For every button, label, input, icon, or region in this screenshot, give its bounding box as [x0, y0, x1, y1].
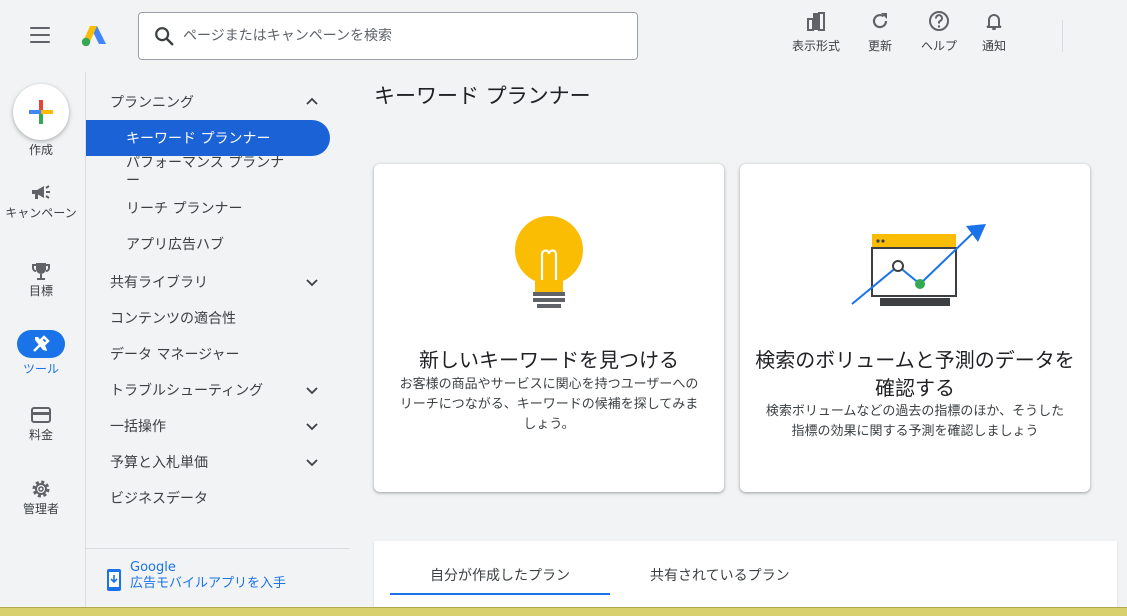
- forecast-card-title: 検索のボリュームと予測のデータを確認する: [755, 348, 1075, 400]
- tools-icon: [33, 335, 50, 352]
- create-button[interactable]: [13, 84, 69, 140]
- nav-performance-planner[interactable]: パフォーマンス プランナー: [126, 154, 296, 190]
- rail-create-label: 作成: [28, 143, 53, 157]
- nav-troubleshooting[interactable]: トラブルシューティング: [110, 380, 326, 400]
- refresh-button[interactable]: 更新: [868, 10, 892, 56]
- nav-planning[interactable]: プランニング: [110, 92, 326, 112]
- nav-troubleshooting-label: トラブルシューティング: [110, 383, 264, 399]
- menu-icon[interactable]: [30, 27, 50, 43]
- nav-business-data-label: ビジネスデータ: [110, 491, 208, 507]
- discover-card-title: 新しいキーワードを見つける: [419, 348, 679, 372]
- page-title: キーワード プランナー: [374, 84, 591, 108]
- nav-content-suitability-label: コンテンツの適合性: [110, 311, 236, 327]
- forecast-card[interactable]: 検索のボリュームと予測のデータを確認する 検索ボリュームなどの過去の指標のほか、…: [740, 164, 1090, 492]
- chart-illustration-wrap: [740, 222, 1090, 314]
- lightbulb-icon: [515, 216, 583, 308]
- nav-app-hub-label: アプリ広告ハブ: [126, 237, 224, 253]
- trend-chart-icon: [851, 224, 986, 306]
- chevron-up-icon: [306, 97, 318, 105]
- nav-content-suitability[interactable]: コンテンツの適合性: [110, 308, 326, 328]
- nav-reach-planner-label: リーチ プランナー: [126, 201, 243, 217]
- help-icon: [929, 11, 949, 31]
- nav-data-manager-label: データ マネージャー: [110, 347, 240, 363]
- trophy-icon: [32, 263, 50, 280]
- megaphone-icon: [32, 185, 50, 199]
- credit-card-icon: [31, 407, 51, 423]
- rail-item-tools[interactable]: ツール: [0, 330, 82, 376]
- nav-app-hub[interactable]: アプリ広告ハブ: [126, 236, 296, 254]
- toolbar-divider: [1062, 20, 1063, 52]
- rail-item-goals[interactable]: 目標: [0, 258, 82, 298]
- help-button[interactable]: ヘルプ: [921, 10, 957, 56]
- mobile-link-line1: Google: [130, 560, 176, 575]
- tab-my-plans[interactable]: 自分が作成したプラン: [430, 565, 570, 585]
- rail-billing-label: 料金: [28, 428, 53, 442]
- notifications-label: 通知: [982, 39, 1007, 53]
- help-label: ヘルプ: [921, 39, 958, 53]
- chevron-down-icon: [306, 387, 318, 395]
- notifications-button[interactable]: 通知: [982, 10, 1006, 56]
- nav-reach-planner[interactable]: リーチ プランナー: [126, 200, 296, 218]
- view-format-label: 表示形式: [792, 39, 841, 53]
- nav-data-manager[interactable]: データ マネージャー: [110, 344, 326, 364]
- rail-item-billing[interactable]: 料金: [0, 402, 82, 442]
- secondary-nav: プランニング キーワード プランナー パフォーマンス プランナー リーチ プラン…: [86, 72, 350, 608]
- rail-campaign-label: キャンペーン: [5, 206, 77, 220]
- appearance-icon: [807, 12, 825, 31]
- plus-icon: [29, 100, 53, 124]
- nav-budgets-bids-label: 予算と入札単価: [110, 455, 208, 471]
- search-input[interactable]: [183, 28, 623, 44]
- discover-card-desc: お客様の商品やサービスに関心を持つユーザーへのリーチにつながる、キーワードの候補…: [399, 377, 699, 432]
- nav-planning-label: プランニング: [110, 95, 194, 111]
- nav-bulk-actions-label: 一括操作: [110, 419, 166, 435]
- phone-download-icon: [107, 569, 121, 591]
- nav-performance-planner-label: パフォーマンス プランナー: [126, 155, 285, 189]
- rail-tools-label: ツール: [22, 362, 59, 376]
- tab-shared-plans[interactable]: 共有されているプラン: [650, 565, 790, 585]
- nav-business-data[interactable]: ビジネスデータ: [110, 488, 326, 508]
- top-bar: 表示形式 更新 ヘルプ 通知: [0, 0, 1127, 72]
- refresh-icon: [872, 13, 888, 29]
- refresh-label: 更新: [868, 39, 893, 53]
- lightbulb-illustration-wrap: [374, 210, 724, 310]
- mobile-link-line2: 広告モバイルアプリを入手: [130, 576, 287, 591]
- rail-item-admin[interactable]: 管理者: [0, 476, 82, 516]
- search-box[interactable]: [138, 12, 638, 60]
- view-format-button[interactable]: 表示形式: [792, 10, 840, 56]
- nav-keyword-planner[interactable]: キーワード プランナー: [86, 120, 330, 156]
- left-rail: 作成 キャンペーン 目標 ツール 料金 管理者: [0, 72, 85, 616]
- forecast-card-desc: 検索ボリュームなどの過去の指標のほか、そうした指標の効果に関する予測を確認しまし…: [765, 404, 1065, 439]
- nav-bulk-actions[interactable]: 一括操作: [110, 416, 326, 436]
- active-tab-indicator: [390, 593, 610, 595]
- rail-item-campaigns[interactable]: キャンペーン: [0, 180, 82, 220]
- rail-admin-label: 管理者: [22, 502, 59, 516]
- gear-icon: [32, 480, 50, 498]
- plans-tabs-panel: 自分が作成したプラン 共有されているプラン: [374, 541, 1117, 616]
- nav-footer-divider: [86, 548, 350, 549]
- mobile-app-link[interactable]: Google 広告モバイルアプリを入手: [106, 560, 286, 592]
- nav-keyword-planner-label: キーワード プランナー: [126, 131, 271, 147]
- search-icon: [155, 27, 174, 46]
- discover-keywords-card[interactable]: 新しいキーワードを見つける お客様の商品やサービスに関心を持つユーザーへのリーチ…: [374, 164, 724, 492]
- nav-shared-library[interactable]: 共有ライブラリ: [110, 272, 326, 292]
- bottom-strip: [0, 607, 1127, 616]
- nav-budgets-bids[interactable]: 予算と入札単価: [110, 452, 326, 472]
- rail-goals-label: 目標: [28, 284, 53, 298]
- tools-pill: [17, 330, 65, 358]
- bell-icon: [986, 14, 1002, 30]
- chevron-down-icon: [306, 423, 318, 431]
- chevron-down-icon: [306, 459, 318, 467]
- chevron-down-icon: [306, 279, 318, 287]
- google-ads-logo[interactable]: [80, 24, 108, 48]
- nav-shared-library-label: 共有ライブラリ: [110, 275, 208, 291]
- rail-create-label-wrap[interactable]: 作成: [0, 143, 82, 157]
